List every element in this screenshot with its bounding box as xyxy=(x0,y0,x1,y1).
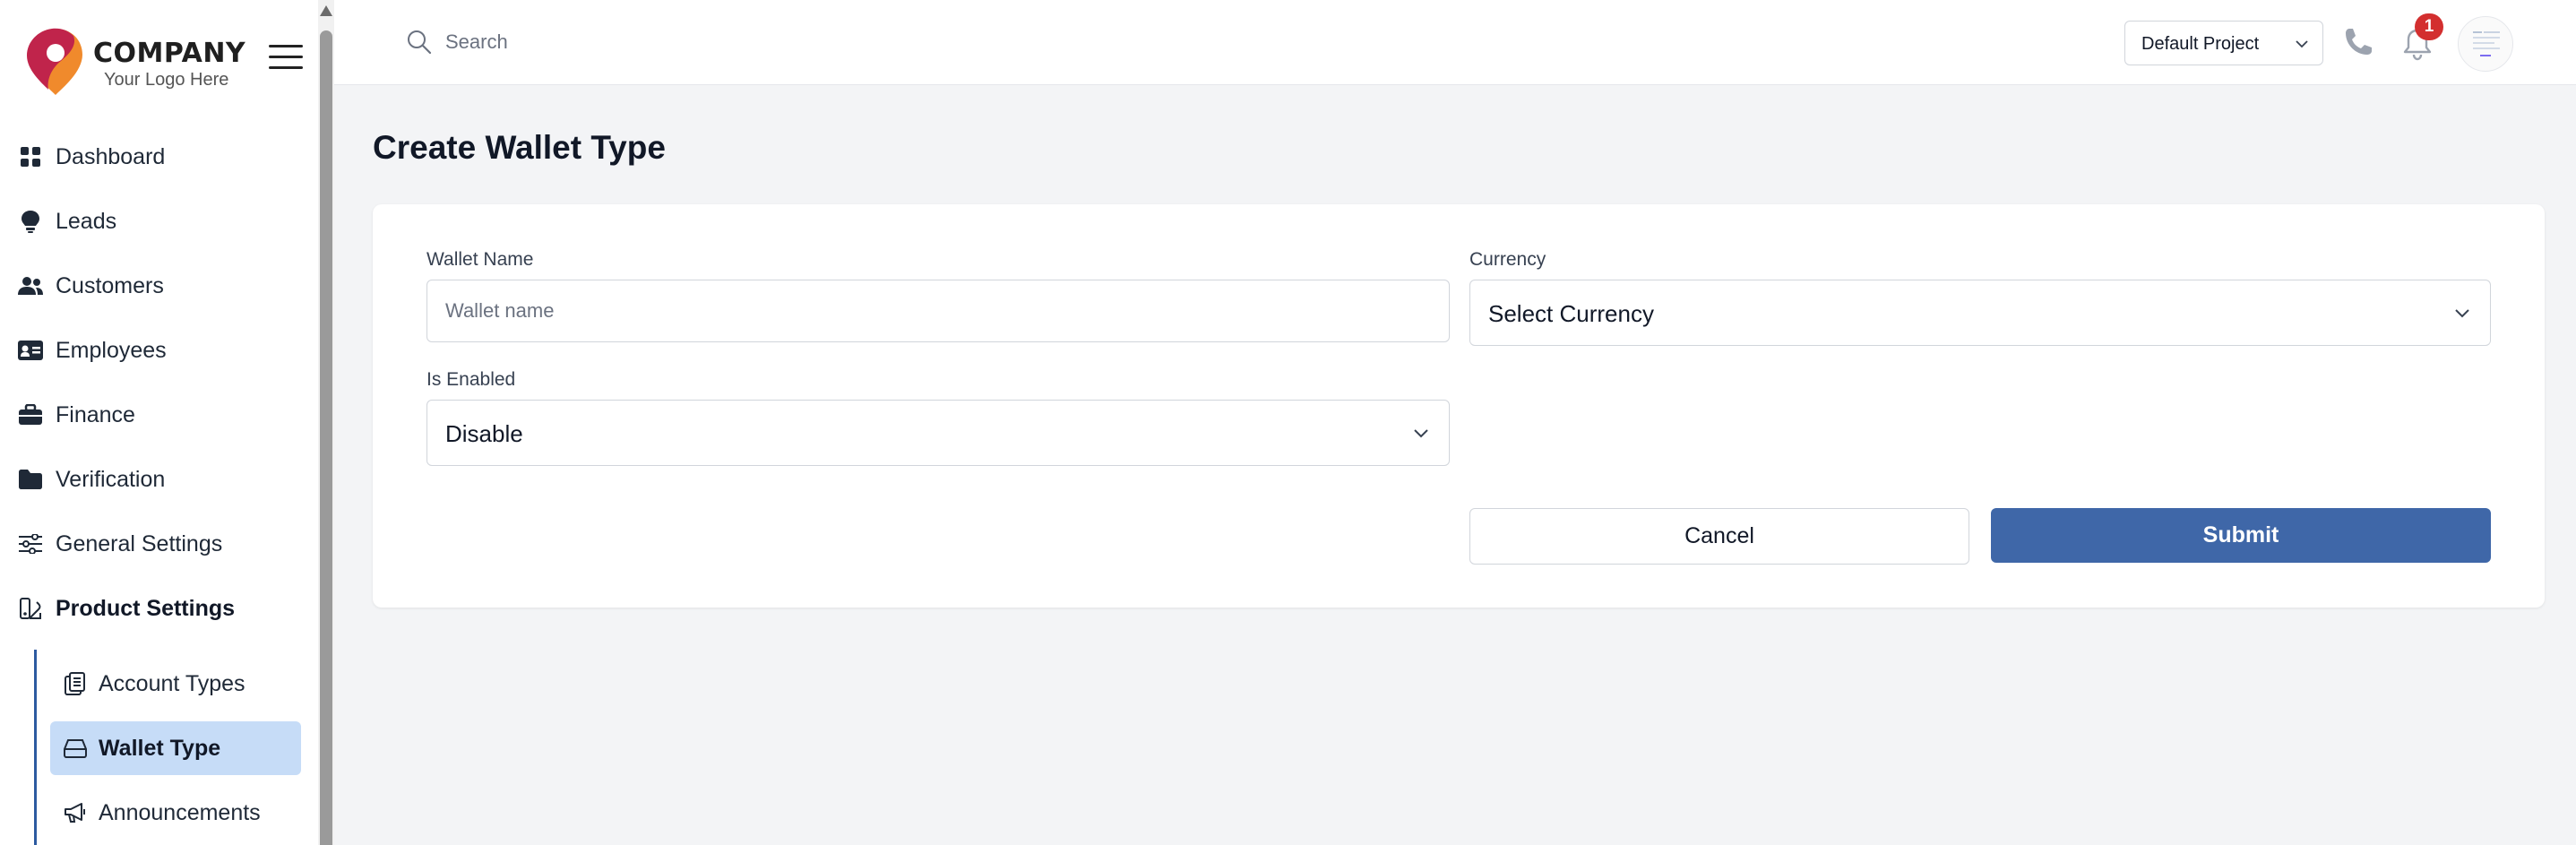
sidebar-item-general-settings[interactable]: General Settings xyxy=(0,517,318,571)
sidebar-item-product-settings[interactable]: Product Settings xyxy=(0,582,318,635)
user-avatar[interactable] xyxy=(2458,16,2513,72)
wallet-icon xyxy=(63,736,88,761)
sidebar-item-label: Verification xyxy=(56,466,166,492)
briefcase-icon xyxy=(18,402,43,427)
scrollbar-thumb[interactable] xyxy=(320,30,332,845)
menu-toggle-icon[interactable] xyxy=(269,45,303,72)
chevron-down-icon xyxy=(2296,40,2308,48)
phone-icon[interactable] xyxy=(2341,25,2375,59)
is-enabled-label: Is Enabled xyxy=(426,369,516,390)
sidebar-item-label: Finance xyxy=(56,401,135,427)
wallet-name-input[interactable] xyxy=(426,280,1450,342)
sidebar-subitem-label: Account Types xyxy=(99,670,246,696)
sidebar-scrollbar[interactable] xyxy=(318,0,334,845)
wallet-name-label: Wallet Name xyxy=(426,249,534,270)
project-select-value: Default Project xyxy=(2141,34,2260,54)
is-enabled-select[interactable]: Disable xyxy=(426,400,1450,466)
sidebar-item-employees[interactable]: Employees xyxy=(0,323,318,377)
sidebar-item-finance[interactable]: Finance xyxy=(0,388,318,442)
sidebar-item-leads[interactable]: Leads xyxy=(0,194,318,248)
sidebar-item-label: Product Settings xyxy=(56,595,236,621)
grid-icon xyxy=(18,144,43,169)
search-icon xyxy=(408,30,432,55)
users-icon xyxy=(18,273,43,298)
sidebar-item-customers[interactable]: Customers xyxy=(0,259,318,313)
project-select[interactable]: Default Project xyxy=(2124,21,2323,65)
sidebar-subitem-wallet-type[interactable]: Wallet Type xyxy=(50,721,301,775)
sidebar-item-dashboard[interactable]: Dashboard xyxy=(0,130,318,184)
sidebar-item-label: Customers xyxy=(56,272,164,298)
subnav-indicator xyxy=(34,650,37,845)
product-settings-icon xyxy=(18,596,43,621)
sidebar-item-label: General Settings xyxy=(56,530,223,556)
lightbulb-icon xyxy=(18,209,43,234)
sidebar-item-label: Leads xyxy=(56,208,117,234)
currency-label: Currency xyxy=(1469,249,1546,270)
megaphone-icon xyxy=(63,800,88,825)
company-name: COMPANY xyxy=(93,38,246,69)
id-card-icon xyxy=(18,338,43,363)
sliders-icon xyxy=(18,531,43,556)
sidebar-subitem-account-types[interactable]: Account Types xyxy=(50,657,301,711)
sidebar-subitem-announcements[interactable]: Announcements xyxy=(50,786,301,840)
scroll-up-icon[interactable] xyxy=(320,5,332,16)
currency-select[interactable]: Select Currency xyxy=(1469,280,2491,346)
top-header: Default Project 1 xyxy=(334,0,2576,85)
notification-badge: 1 xyxy=(2415,13,2443,40)
sidebar-subitem-label: Announcements xyxy=(99,799,261,825)
company-logo[interactable]: COMPANY Your Logo Here xyxy=(25,25,258,97)
sidebar-subitem-label: Wallet Type xyxy=(99,735,221,761)
page-title: Create Wallet Type xyxy=(373,129,666,166)
search-input[interactable] xyxy=(445,25,983,59)
folder-icon xyxy=(18,467,43,492)
avatar-image-icon xyxy=(2473,31,2500,56)
company-tagline: Your Logo Here xyxy=(104,70,229,90)
logo-pin-icon xyxy=(27,28,82,95)
sidebar-item-label: Employees xyxy=(56,337,167,363)
chevron-down-icon xyxy=(1414,429,1428,438)
submit-button[interactable]: Submit xyxy=(1991,508,2491,563)
cancel-button[interactable]: Cancel xyxy=(1469,508,1969,565)
documents-icon xyxy=(63,671,88,696)
chevron-down-icon xyxy=(2455,309,2469,318)
currency-select-value: Select Currency xyxy=(1488,300,1654,327)
sidebar-item-verification[interactable]: Verification xyxy=(0,453,318,506)
sidebar: COMPANY Your Logo Here Dashboard Leads C… xyxy=(0,0,318,845)
is-enabled-select-value: Disable xyxy=(445,420,523,447)
sidebar-item-label: Dashboard xyxy=(56,143,166,169)
